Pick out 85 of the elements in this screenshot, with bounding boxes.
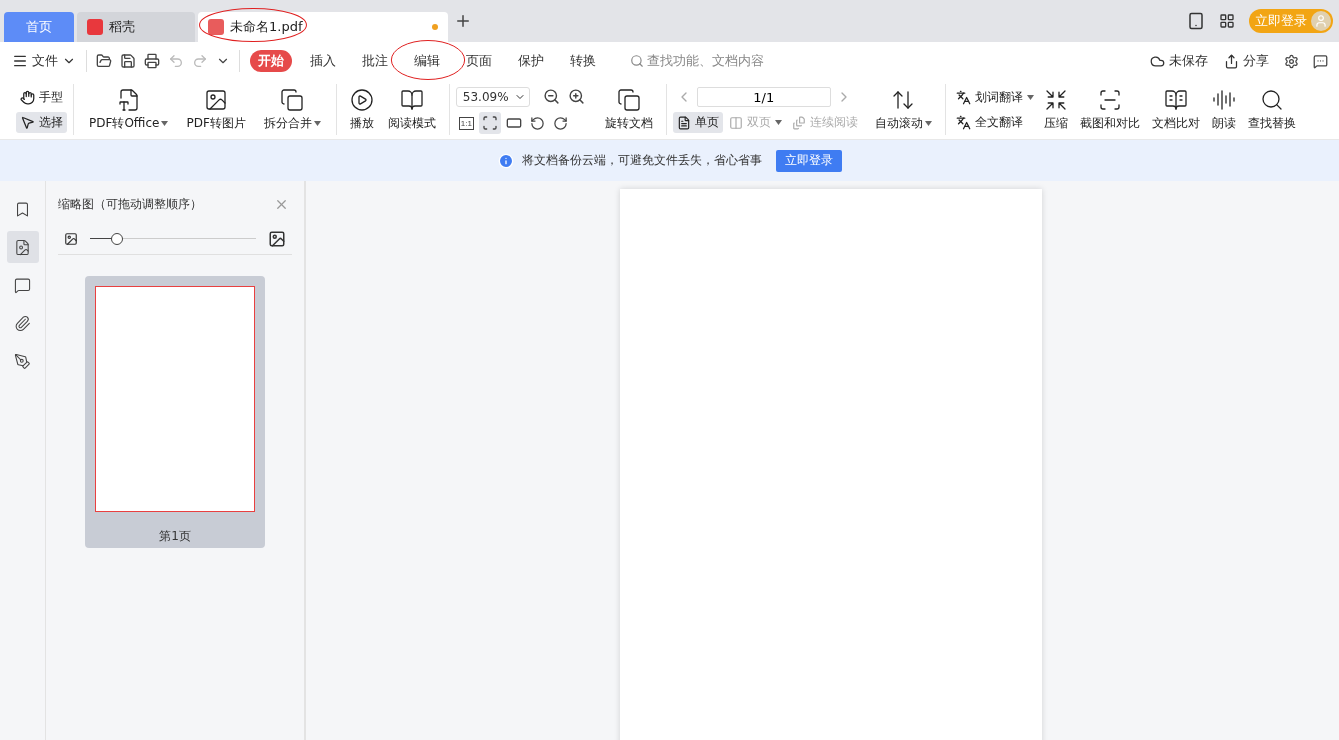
share-button[interactable]: 分享	[1220, 50, 1273, 72]
zoom-in-icon	[567, 88, 585, 105]
info-icon	[497, 152, 514, 169]
pointer-icon	[20, 114, 35, 130]
message-icon	[1313, 53, 1328, 69]
tool-button[interactable]: 查找替换	[1241, 85, 1302, 134]
settings-icon	[1284, 53, 1299, 69]
zoom-out-icon	[542, 88, 560, 105]
plus-icon	[454, 12, 472, 30]
panel-title: 缩略图（可拖动调整顺序）	[58, 195, 202, 213]
search-icon	[630, 54, 644, 68]
tool-button[interactable]: 截图和对比	[1073, 85, 1146, 134]
search-field[interactable]: 查找功能、文档内容	[630, 52, 764, 70]
app-tab[interactable]: 未命名1.pdf	[198, 12, 448, 42]
book-icon	[1163, 87, 1188, 112]
two-page-icon	[728, 115, 743, 130]
ribbon-tab[interactable]: 页面	[458, 50, 500, 72]
ribbon-tab[interactable]: 开始	[250, 50, 292, 72]
document-icon	[116, 87, 141, 112]
grid-icon[interactable]	[1219, 13, 1235, 29]
large-image-icon	[268, 229, 286, 248]
bookmark-icon	[14, 200, 31, 218]
small-image-icon	[64, 231, 78, 246]
translate-icon	[955, 114, 971, 130]
save-status-button[interactable]: 未保存	[1146, 50, 1212, 72]
continuous-icon	[791, 115, 806, 130]
pen-icon	[14, 352, 31, 370]
ribbon-tab[interactable]: 转换	[562, 50, 604, 72]
zoom-select[interactable]: 53.09%	[455, 86, 530, 107]
single-page-icon	[676, 115, 691, 130]
translate-icon	[955, 89, 971, 105]
image-icon	[204, 87, 229, 112]
tool-button[interactable]: 朗读	[1205, 85, 1242, 134]
hand-icon	[20, 89, 35, 105]
tool-button[interactable]: 压缩	[1037, 85, 1074, 134]
cursor-tool-button[interactable]: 手型	[16, 86, 67, 108]
book-icon	[399, 87, 424, 112]
slider-thumb[interactable]	[110, 232, 123, 245]
share-icon	[1224, 53, 1239, 69]
rotate-left-icon	[529, 115, 545, 131]
rotate-right-icon	[552, 115, 568, 131]
cloud-icon	[1150, 53, 1165, 69]
pages-icon	[280, 87, 305, 112]
printer-icon	[144, 53, 160, 69]
convert-button[interactable]: PDF转Office	[80, 85, 178, 134]
page-number-field[interactable]: 1/1	[696, 87, 831, 107]
undo-icon	[168, 53, 184, 69]
paperclip-icon	[14, 314, 31, 332]
play-icon	[349, 87, 374, 112]
page-label: 第1页	[159, 528, 191, 545]
avatar	[1311, 11, 1331, 31]
thumbnail-icon	[14, 238, 31, 256]
fit-page-icon	[481, 115, 498, 131]
ribbon-tab[interactable]: 编辑	[406, 50, 448, 72]
view-button[interactable]: 阅读模式	[380, 85, 443, 134]
cursor-tool-button[interactable]: 选择	[16, 111, 67, 133]
menu-icon	[12, 53, 28, 69]
redo-icon	[192, 53, 208, 69]
device-icon[interactable]	[1187, 12, 1205, 30]
folder-icon	[96, 53, 112, 69]
ribbon-tab[interactable]: 批注	[354, 50, 396, 72]
file-menu[interactable]: 文件	[8, 50, 80, 72]
auto-scroll-button[interactable]: 自动滚动	[867, 85, 939, 134]
translate-button[interactable]: 划词翻译	[951, 86, 1038, 108]
fit-width-icon	[505, 115, 522, 131]
page-layout-button[interactable]: 单页	[672, 112, 723, 133]
app-tab[interactable]: 稻壳	[77, 12, 195, 42]
pages-icon	[616, 87, 641, 112]
banner-login-button[interactable]: 立即登录	[775, 149, 842, 172]
convert-button[interactable]: PDF转图片	[177, 85, 255, 134]
banner-message: 将文档备份云端，可避免文件丢失，省心省事	[521, 152, 762, 169]
comment-icon	[14, 276, 31, 294]
translate-button[interactable]: 全文翻译	[951, 111, 1038, 133]
tool-button[interactable]: 文档比对	[1145, 85, 1206, 134]
convert-button[interactable]: 拆分合并	[254, 85, 330, 134]
scan-icon	[1097, 87, 1122, 112]
fit-mode-button[interactable]	[478, 112, 501, 134]
sidebar-button[interactable]	[6, 231, 39, 263]
save-icon	[120, 53, 136, 69]
view-button[interactable]: 播放	[342, 85, 381, 134]
page-thumbnail[interactable]: 第1页	[85, 276, 265, 548]
ribbon-tab[interactable]: 插入	[302, 50, 344, 72]
search-icon	[1259, 87, 1284, 112]
ribbon-tab[interactable]: 保护	[510, 50, 552, 72]
rotate-document-button[interactable]: 旋转文档	[597, 85, 660, 134]
